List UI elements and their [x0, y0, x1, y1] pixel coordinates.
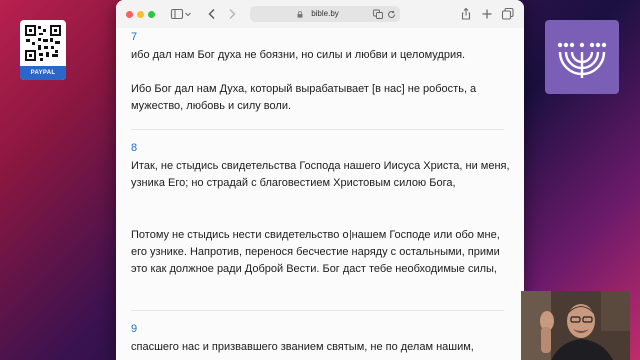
forward-icon[interactable] — [225, 7, 239, 21]
text-cursor-icon — [349, 230, 351, 241]
verse-number-7[interactable]: 7 — [131, 31, 137, 43]
qr-code-icon — [24, 24, 62, 62]
presenter-avatar — [521, 291, 630, 360]
close-window-button[interactable] — [126, 11, 133, 18]
verse-divider — [131, 129, 504, 130]
translate-icon[interactable] — [373, 9, 383, 19]
verse-text-8-paraphrase: Потому не стыдись нести свидетельство он… — [131, 227, 511, 278]
browser-window: bible.by 7 ибо дал нам Бог духа не боязн… — [116, 0, 524, 360]
menorah-logo — [545, 20, 619, 94]
lock-icon — [297, 11, 303, 18]
chevron-down-icon[interactable] — [184, 7, 192, 21]
address-bar[interactable]: bible.by — [250, 6, 400, 22]
verse-divider — [131, 310, 504, 311]
webcam-overlay — [521, 291, 630, 360]
paypal-qr-widget[interactable]: PAYPAL — [20, 20, 66, 80]
verse-text-8-part1: Потому не стыдись нести свидетельство о — [131, 229, 349, 241]
zoom-window-button[interactable] — [148, 11, 155, 18]
sidebar-icon[interactable] — [170, 7, 184, 21]
browser-toolbar: bible.by — [116, 0, 524, 29]
page-content: 7 ибо дал нам Бог духа не боязни, но сил… — [116, 28, 524, 360]
paypal-label: PAYPAL — [20, 66, 66, 80]
reload-icon[interactable] — [387, 10, 396, 19]
share-icon[interactable] — [459, 7, 473, 21]
minimize-window-button[interactable] — [137, 11, 144, 18]
new-tab-icon[interactable] — [480, 7, 494, 21]
back-icon[interactable] — [205, 7, 219, 21]
verse-text-9-synodal: спасшего нас и призвавшего званием святы… — [131, 341, 474, 353]
menorah-logo-icon — [557, 42, 607, 78]
verse-text-7-synodal: ибо дал нам Бог духа не боязни, но силы … — [131, 49, 466, 61]
verse-text-7-paraphrase: Ибо Бог дал нам Духа, который вырабатыва… — [131, 83, 477, 112]
verse-number-8[interactable]: 8 — [131, 142, 137, 154]
verse-text-8-synodal: Итак, не стыдись свидетельства Господа н… — [131, 160, 510, 189]
verse-number-9[interactable]: 9 — [131, 323, 137, 335]
tabs-overview-icon[interactable] — [501, 7, 515, 21]
